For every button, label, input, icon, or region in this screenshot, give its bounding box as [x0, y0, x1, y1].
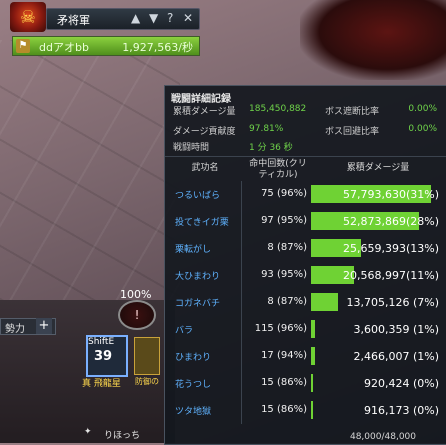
column-divider [241, 289, 242, 316]
battle-time-value: 1 分 36 秒 [249, 143, 293, 153]
boss-frame: ☠ 矛将軍 ▲ ▼ ? ✕ ⚑ ddアオbb 1,927,563/秒 [6, 0, 200, 56]
boss-creature [300, 0, 446, 80]
help-icon[interactable]: ? [167, 11, 173, 25]
bottom-hp-values: 48,000/48,000 [349, 432, 416, 442]
contribution-label: ダメージ貢献度 [173, 127, 236, 137]
skill-name: 真 飛龍星 [82, 379, 121, 389]
hit-count: 15 (86%) [261, 377, 307, 388]
boss-block-label: ボス遮断比率 [325, 107, 380, 117]
table-row: 花うつし 15 (86%) 920,424 (0%) [165, 370, 446, 397]
boss-evade-label: ボス回避比率 [325, 127, 380, 137]
player-dps-value: 1,927,563/秒 [122, 41, 193, 54]
damage-bar [311, 401, 313, 419]
faction-label: 勢力 [5, 324, 25, 335]
battle-time-label: 戦闘時間 [173, 143, 210, 153]
col-damage: 累積ダメージ量 [346, 163, 410, 173]
column-divider [241, 235, 242, 262]
battle-detail-panel: 戦闘詳細記録 累積ダメージ量 185,450,882 ボス遮断比率 0.00% … [164, 85, 446, 445]
col-skill: 武功名 [191, 163, 219, 173]
damage-value: 920,424 (0%) [363, 377, 439, 390]
damage-value: 52,873,869(28%) [342, 215, 439, 228]
skill-name-2: 防御の [135, 377, 159, 386]
hit-count: 93 (95%) [261, 269, 307, 280]
summary-row: 累積ダメージ量 185,450,882 ボス遮断比率 0.00% [165, 104, 446, 118]
boss-block-value: 0.00% [408, 104, 437, 114]
hit-count: 8 (87%) [267, 242, 307, 253]
pet-icon: ✦ [84, 427, 92, 437]
summary-section: 累積ダメージ量 185,450,882 ボス遮断比率 0.00% ダメージ貢献度… [165, 104, 446, 156]
skill-name: つるいばら [175, 191, 221, 201]
table-row: コガネバチ 8 (87%) 13,705,126 (7%) [165, 289, 446, 316]
alert-ring-icon[interactable]: ! [118, 300, 156, 330]
damage-value: 916,173 (0%) [363, 404, 439, 417]
table-row: つるいばら 75 (96%) 57,793,630(31%) [165, 181, 446, 208]
table-row: 大ひまわり 93 (95%) 20,568,997(11%) [165, 262, 446, 289]
column-divider [241, 343, 242, 370]
skill-name: バラ [175, 326, 194, 336]
damage-value: 57,793,630(31%) [342, 188, 439, 201]
damage-value: 2,466,007 (1%) [353, 350, 439, 363]
hit-count: 8 (87%) [267, 296, 307, 307]
skill-slot-2[interactable] [134, 337, 160, 375]
skill-name: 投てきイガ栗 [175, 218, 229, 228]
skill-count: 39 [94, 349, 113, 364]
hit-count: 75 (96%) [261, 188, 307, 199]
summary-row: 戦闘時間 1 分 36 秒 [165, 140, 446, 154]
bottom-player-name: りほっち [104, 431, 141, 441]
table-row: 投てきイガ栗 97 (95%) 52,873,869(28%) [165, 208, 446, 235]
column-divider [241, 397, 242, 424]
column-divider [241, 316, 242, 343]
skill-key-label: ShiftE [88, 337, 115, 347]
total-damage-label: 累積ダメージ量 [173, 107, 236, 117]
hit-count: 17 (94%) [261, 350, 307, 361]
damage-value: 20,568,997(11%) [342, 269, 439, 282]
boss-name-bar: 矛将軍 ▲ ▼ ? ✕ [46, 8, 200, 30]
damage-bar [311, 293, 339, 311]
contribution-value: 97.81% [249, 124, 284, 134]
table-header: 武功名 命中回数(クリティカル) 累積ダメージ量 [165, 156, 446, 181]
column-divider [241, 370, 242, 397]
column-divider [241, 181, 242, 208]
damage-value: 25,659,393(13%) [342, 242, 439, 255]
damage-bar [311, 347, 315, 365]
skill-name: 花うつし [175, 380, 212, 390]
col-hits: 命中回数(クリティカル) [249, 159, 307, 180]
summary-row: ダメージ貢献度 97.81% ボス回避比率 0.00% [165, 124, 446, 138]
skill-name: ひまわり [175, 353, 212, 363]
player-dps-bar: ⚑ ddアオbb 1,927,563/秒 [12, 36, 200, 56]
add-button[interactable]: + [36, 318, 52, 334]
damage-bar [311, 320, 315, 338]
hit-count: 97 (95%) [261, 215, 307, 226]
table-row: ツタ地獄 15 (86%) 916,173 (0%) [165, 397, 446, 424]
damage-value: 13,705,126 (7%) [346, 296, 439, 309]
hit-count: 15 (86%) [261, 404, 307, 415]
boss-evade-value: 0.00% [408, 124, 437, 134]
skill-name: 大ひまわり [175, 272, 221, 282]
close-icon[interactable]: ✕ [183, 11, 193, 25]
table-row: バラ 115 (96%) 3,600,359 (1%) [165, 316, 446, 343]
floor-tiles [0, 40, 180, 300]
boss-portrait-icon: ☠ [10, 2, 46, 32]
player-class-icon: ⚑ [16, 39, 30, 53]
total-damage-value: 185,450,882 [249, 104, 307, 114]
panel-title: 戦闘詳細記録 [171, 94, 231, 105]
table-row: ひまわり 17 (94%) 2,466,007 (1%) [165, 343, 446, 370]
move-up-icon[interactable]: ▲ [131, 11, 140, 25]
move-down-icon[interactable]: ▼ [149, 11, 158, 25]
boss-name: 矛将軍 [57, 14, 90, 27]
skill-name: 栗転がし [175, 245, 212, 255]
hit-count: 115 (96%) [254, 323, 307, 334]
damage-bar [311, 374, 313, 392]
column-divider [241, 208, 242, 235]
skill-name: ツタ地獄 [175, 407, 212, 417]
column-divider [241, 262, 242, 289]
table-row: 栗転がし 8 (87%) 25,659,393(13%) [165, 235, 446, 262]
damage-value: 3,600,359 (1%) [353, 323, 439, 336]
skill-name: コガネバチ [175, 299, 221, 309]
player-name: ddアオbb [39, 41, 89, 54]
